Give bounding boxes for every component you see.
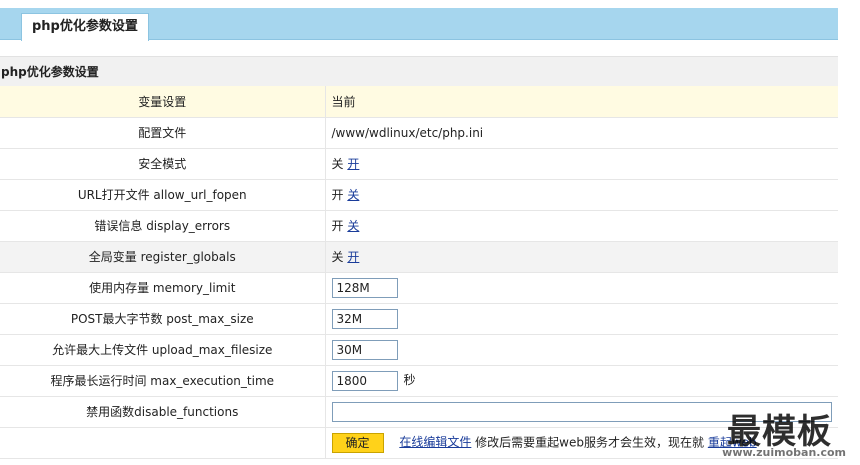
tab-bar: php优化参数设置 [0,8,838,41]
table-header-row: 变量设置 当前 [0,86,838,118]
row-upload-max-filesize: 允许最大上传文件 upload_max_filesize [0,334,838,366]
section-title: php优化参数设置 [0,56,838,86]
max-execution-time-label: 程序最长运行时间 max_execution_time [0,365,326,397]
display-errors-value: 开 关 [325,210,838,242]
max-execution-time-cell: 秒 [325,365,838,397]
disable-functions-label: 禁用函数disable_functions [0,396,326,428]
memory-limit-cell [325,272,838,304]
row-max-execution-time: 程序最长运行时间 max_execution_time 秒 [0,365,838,397]
post-max-size-label: POST最大字节数 post_max_size [0,303,326,335]
row-memory-limit: 使用内存量 memory_limit [0,272,838,304]
safe-mode-label: 安全模式 [0,148,326,180]
safe-mode-toggle-link[interactable]: 开 [347,157,359,171]
restart-note: 修改后需要重起web服务才会生效，现在就 [475,435,704,449]
memory-limit-label: 使用内存量 memory_limit [0,272,326,304]
display-errors-state: 开 [331,219,344,233]
row-safe-mode: 安全模式 关 开 [0,148,838,180]
row-post-max-size: POST最大字节数 post_max_size [0,303,838,335]
allow-url-fopen-state: 开 [331,188,344,202]
disable-functions-input[interactable] [331,401,832,422]
header-current: 当前 [325,86,838,118]
register-globals-label: 全局变量 register_globals [0,241,326,273]
max-execution-time-input[interactable] [331,370,398,391]
register-globals-toggle-link[interactable]: 开 [347,250,359,264]
row-allow-url-fopen: URL打开文件 allow_url_fopen 开 关 [0,179,838,211]
header-setting: 变量设置 [0,86,326,118]
disable-functions-cell [325,396,838,428]
upload-max-filesize-cell [325,334,838,366]
display-errors-label: 错误信息 display_errors [0,210,326,242]
config-file-path: /www/wdlinux/etc/php.ini [325,117,838,149]
upload-max-filesize-input[interactable] [331,339,398,360]
seconds-unit: 秒 [403,373,416,387]
upload-max-filesize-label: 允许最大上传文件 upload_max_filesize [0,334,326,366]
row-register-globals: 全局变量 register_globals 关 开 [0,241,838,273]
post-max-size-cell [325,303,838,335]
post-max-size-input[interactable] [331,308,398,329]
tab-php-optimize[interactable]: php优化参数设置 [21,13,149,41]
register-globals-value: 关 开 [325,241,838,273]
allow-url-fopen-value: 开 关 [325,179,838,211]
row-actions: 确定 在线编辑文件 修改后需要重起web服务才会生效，现在就 重起web [0,427,838,459]
settings-table: 变量设置 当前 配置文件 /www/wdlinux/etc/php.ini 安全… [0,86,838,459]
row-display-errors: 错误信息 display_errors 开 关 [0,210,838,242]
actions-empty-cell [0,427,326,459]
row-config-file: 配置文件 /www/wdlinux/etc/php.ini [0,117,838,149]
row-disable-functions: 禁用函数disable_functions [0,396,838,428]
allow-url-fopen-toggle-link[interactable]: 关 [347,188,359,202]
safe-mode-state: 关 [331,157,344,171]
tab-label: php优化参数设置 [32,19,138,34]
display-errors-toggle-link[interactable]: 关 [347,219,359,233]
register-globals-state: 关 [331,250,344,264]
actions-cell: 确定 在线编辑文件 修改后需要重起web服务才会生效，现在就 重起web [325,427,838,459]
edit-file-link[interactable]: 在线编辑文件 [399,435,471,449]
memory-limit-input[interactable] [331,277,398,298]
confirm-button[interactable]: 确定 [331,432,384,453]
allow-url-fopen-label: URL打开文件 allow_url_fopen [0,179,326,211]
safe-mode-value: 关 开 [325,148,838,180]
config-file-label: 配置文件 [0,117,326,149]
restart-web-link[interactable]: 重起web [708,435,757,449]
